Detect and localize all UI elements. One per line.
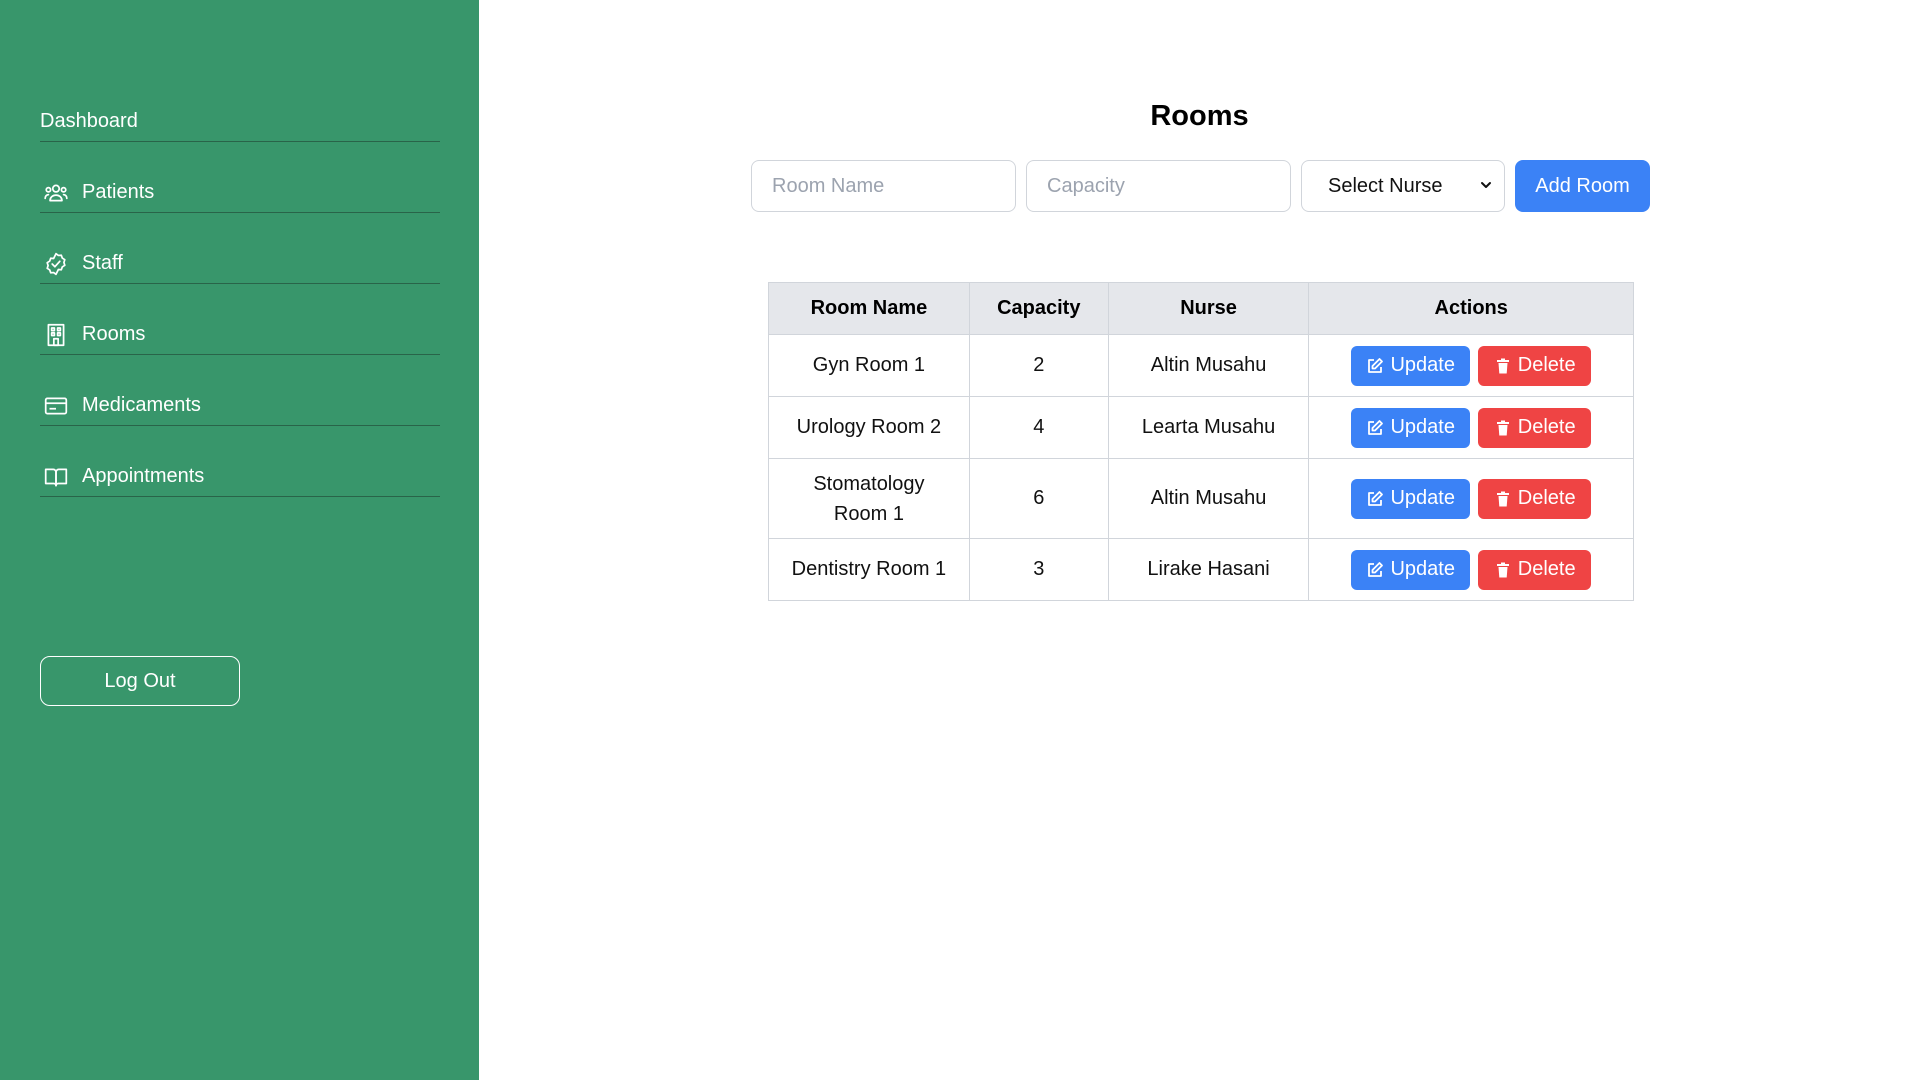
sidebar-item-appointments[interactable]: Appointments [40,459,440,497]
edit-icon [1368,561,1384,577]
update-button[interactable]: Update [1351,407,1471,448]
table-row: Stomatology Room 1 6 Altin Musahu Update… [768,458,1634,539]
book-open-icon [42,463,70,491]
users-icon [42,179,70,207]
update-label: Update [1390,558,1455,580]
room-name-cell: Stomatology Room 1 [768,458,970,539]
update-button[interactable]: Update [1351,478,1471,519]
card-icon [42,392,70,420]
add-room-button[interactable]: Add Room [1515,160,1650,212]
actions-cell: Update Delete [1308,334,1634,397]
main-content: Rooms Select Nurse Add Room Room Name Ca… [479,0,1920,1080]
delete-label: Delete [1517,416,1576,438]
update-label: Update [1390,487,1455,509]
trash-icon [1496,562,1509,577]
update-button[interactable]: Update [1351,549,1471,590]
capacity-cell: 3 [968,538,1109,601]
sidebar-item-medicaments[interactable]: Medicaments [40,388,440,426]
actions-cell: Update Delete [1308,538,1634,601]
edit-icon [1368,490,1384,506]
edit-icon [1368,357,1384,373]
table-row: Gyn Room 1 2 Altin Musahu Update Delete [768,334,1634,397]
sidebar-item-label: Rooms [82,323,146,345]
room-name-text: Stomatology Room 1 [813,472,925,525]
delete-button[interactable]: Delete [1478,345,1592,386]
logout-button[interactable]: Log Out [40,656,240,706]
delete-button[interactable]: Delete [1478,549,1592,590]
capacity-cell: 6 [968,458,1109,539]
actions-cell: Update Delete [1308,396,1634,459]
delete-label: Delete [1517,354,1576,376]
page-title: Rooms [1150,100,1249,132]
update-label: Update [1390,354,1455,376]
nurse-select-wrapper: Select Nurse [1301,160,1505,212]
sidebar-item-patients[interactable]: Patients [40,175,440,213]
rooms-table: Room Name Capacity Nurse Actions Gyn Roo… [768,282,1634,601]
table-row: Urology Room 2 4 Learta Musahu Update De… [768,396,1634,459]
update-button[interactable]: Update [1351,345,1471,386]
sidebar-item-staff[interactable]: Staff [40,246,440,284]
sidebar-item-label: Medicaments [82,394,201,416]
table-header-row: Room Name Capacity Nurse Actions [768,282,1634,335]
room-name-input[interactable] [751,160,1016,212]
nurse-cell: Lirake Hasani [1107,538,1310,601]
sidebar-item-label: Dashboard [40,110,138,132]
room-name-cell: Gyn Room 1 [768,334,970,397]
actions-cell: Update Delete [1308,458,1634,539]
edit-icon [1368,419,1384,435]
sidebar-item-label: Appointments [82,465,205,487]
sidebar-item-dashboard[interactable]: Dashboard [40,104,440,142]
delete-button[interactable]: Delete [1478,407,1592,448]
column-header-nurse: Nurse [1107,282,1310,335]
sidebar-item-label: Patients [82,181,155,203]
trash-icon [1496,491,1509,506]
capacity-cell: 4 [968,396,1109,459]
nurse-cell: Altin Musahu [1107,458,1310,539]
delete-label: Delete [1517,558,1576,580]
building-icon [42,321,70,349]
add-room-form: Select Nurse Add Room [751,160,1650,212]
sidebar-item-label: Staff [82,252,123,274]
room-name-cell: Dentistry Room 1 [768,538,970,601]
trash-icon [1496,420,1509,435]
column-header-room-name: Room Name [768,282,970,335]
capacity-input[interactable] [1026,160,1291,212]
delete-label: Delete [1517,487,1576,509]
column-header-actions: Actions [1308,282,1634,335]
nurse-select[interactable]: Select Nurse [1301,160,1505,212]
capacity-cell: 2 [968,334,1109,397]
trash-icon [1496,358,1509,373]
room-name-cell: Urology Room 2 [768,396,970,459]
update-label: Update [1390,416,1455,438]
table-row: Dentistry Room 1 3 Lirake Hasani Update … [768,538,1634,601]
sidebar: Dashboard Patients Staff Rooms Medicamen… [0,0,479,1080]
delete-button[interactable]: Delete [1478,478,1592,519]
sidebar-item-rooms[interactable]: Rooms [40,317,440,355]
badge-check-icon [42,250,70,278]
column-header-capacity: Capacity [968,282,1109,335]
nurse-cell: Learta Musahu [1107,396,1310,459]
nurse-cell: Altin Musahu [1107,334,1310,397]
